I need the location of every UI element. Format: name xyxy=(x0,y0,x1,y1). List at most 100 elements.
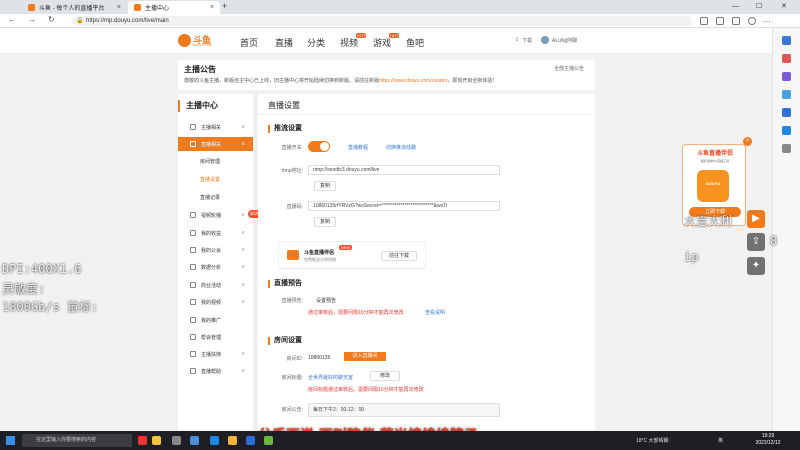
refresh-icon[interactable]: ↻ xyxy=(48,15,55,24)
sidebar-item-label: 我的推广 xyxy=(201,317,222,324)
app-icon[interactable] xyxy=(246,436,255,445)
office-icon[interactable] xyxy=(782,108,791,117)
nav-home[interactable]: 首页 xyxy=(240,36,258,49)
sidebar-item-label: 数据分析 xyxy=(201,264,222,271)
nav-live[interactable]: 直播 xyxy=(275,36,293,49)
window-close-icon[interactable]: ✕ xyxy=(781,0,787,14)
nav-video[interactable]: 视频 xyxy=(340,36,358,49)
sidebar-item-promotion[interactable]: 我的推广 xyxy=(178,313,253,327)
view-explanation-link[interactable]: 查看说明 xyxy=(425,309,445,316)
set-preview-link[interactable]: 设置预告 xyxy=(316,297,336,304)
chevron-down-icon: ∨ xyxy=(241,264,245,270)
chevron-down-icon: ∨ xyxy=(241,212,245,218)
url-input[interactable]: 🔒 https://mp.douyu.com/live/main xyxy=(72,16,692,26)
games-icon[interactable] xyxy=(782,90,791,99)
sidebar-item-help[interactable]: 直播帮助 ∨ xyxy=(178,364,253,378)
search-placeholder: 在这里输入你要搜索的内容 xyxy=(36,437,97,443)
sidebar-item-guild[interactable]: 我的公会 ∨ xyxy=(178,243,253,257)
tools-icon[interactable] xyxy=(782,72,791,81)
logo-subtext: DOUYU.COM xyxy=(193,43,212,47)
browser-tab-anchor-center[interactable]: 主播中心 × xyxy=(128,1,220,14)
preview-label: 直播预告: xyxy=(281,298,303,304)
outlook-icon[interactable] xyxy=(782,126,791,135)
sidebar-item-my-videos[interactable]: 我的视频 ∨ xyxy=(178,295,253,309)
sidebar-subitem-room-manage[interactable]: 房间管理 xyxy=(200,158,220,165)
weather-status[interactable]: 18°C 大部晴朗 xyxy=(636,437,669,444)
new-tab-icon[interactable]: + xyxy=(222,1,227,11)
room-notice-field[interactable]: 每日下午2：00-12：00 xyxy=(308,403,500,417)
copy-rtmp-button[interactable]: 复制 xyxy=(314,181,336,191)
play-icon[interactable]: ▶ xyxy=(747,210,765,228)
favorites-icon[interactable] xyxy=(716,17,724,25)
clock-time: 19:29 xyxy=(761,433,775,439)
taskbar-clock[interactable]: 19:29 2022/12/12 xyxy=(748,433,788,447)
user-icon xyxy=(190,124,196,130)
app-icon[interactable] xyxy=(264,436,273,445)
sidebar-item-support[interactable]: 主播扶持 ∨ xyxy=(178,347,253,361)
nav-category[interactable]: 分类 xyxy=(307,36,325,49)
screen: 斗鱼 - 每个人的直播平台 × 主播中心 × + — ☐ ✕ ← → ↻ 🔒 h… xyxy=(0,0,800,450)
reading-view-icon[interactable] xyxy=(700,17,708,25)
back-icon[interactable]: ← xyxy=(8,15,16,24)
sidebar-item-clan[interactable]: 帮会管理 xyxy=(178,330,253,344)
switch-line-link[interactable]: 切换推流线路 xyxy=(386,144,416,151)
avatar[interactable] xyxy=(541,36,549,44)
nav-game[interactable]: 游戏 xyxy=(373,36,391,49)
nav-fishbar[interactable]: 鱼吧 xyxy=(406,36,424,49)
all-notices-link[interactable]: 全部主播公告 xyxy=(554,65,584,72)
minimize-icon[interactable]: — xyxy=(732,0,739,14)
more-menu-icon[interactable]: … xyxy=(763,15,771,24)
ime-indicator[interactable]: 英 xyxy=(718,437,723,444)
business-icon xyxy=(190,282,196,288)
browser-tab-douyu-home[interactable]: 斗鱼 - 每个人的直播平台 × xyxy=(22,1,127,14)
sidebar-item-income[interactable]: 我的收益 ∨ xyxy=(178,226,253,240)
sidebar-item-live[interactable]: 直播相关 ∧ xyxy=(178,137,253,151)
profile-icon[interactable] xyxy=(748,17,756,25)
sidebar-subitem-live-record[interactable]: 直播记录 xyxy=(200,194,220,201)
ad-subtitle: 超好用的PC直播工具 xyxy=(700,159,730,163)
sidebar-item-label: 直播相关 xyxy=(201,141,222,148)
sidebar-item-label: 我的公会 xyxy=(201,247,222,254)
tutorial-link[interactable]: 直播教程 xyxy=(348,144,368,151)
room-title-value: 全世界最好的聊天室 xyxy=(308,375,354,381)
app-icon[interactable] xyxy=(190,436,199,445)
username[interactable]: ALuNg阿聊 xyxy=(552,37,577,44)
folder-icon[interactable] xyxy=(228,436,237,445)
close-icon[interactable]: × xyxy=(210,4,214,11)
sidebar-item-video-carousel[interactable]: 视频轮播 ∨ xyxy=(178,208,253,222)
app-icon[interactable] xyxy=(152,436,161,445)
sidebar-item-anchor[interactable]: 主播相关 ∨ xyxy=(178,120,253,134)
sidebar-item-business[interactable]: 商业活动 ∨ xyxy=(178,278,253,292)
close-icon[interactable]: × xyxy=(117,4,121,11)
gift-icon[interactable]: ✦ xyxy=(747,257,765,275)
rtmp-address-field[interactable]: rtmp://sendtc3.douyu.com/live xyxy=(308,165,500,175)
sidebar-item-analytics[interactable]: 数据分析 ∨ xyxy=(178,260,253,274)
copy-stream-key-button[interactable]: 复制 xyxy=(314,217,336,227)
overlay-sensitivity: 灵敏度: xyxy=(2,282,46,296)
task-view-icon[interactable] xyxy=(172,436,181,445)
companion-title: 斗鱼直播伴侣 xyxy=(304,250,335,256)
forward-icon[interactable]: → xyxy=(28,15,36,24)
companion-download-button[interactable]: 前往下载 xyxy=(381,251,417,261)
enter-room-button[interactable]: 进入直播间 xyxy=(344,352,386,361)
taskbar-search-field[interactable]: 在这里输入你要搜索的内容 xyxy=(22,434,132,447)
stream-key-field[interactable]: 10860135rfYRVzG?wsSecret=***************… xyxy=(308,201,500,211)
windows-start-icon[interactable] xyxy=(6,436,15,445)
collections-icon[interactable] xyxy=(732,17,740,25)
download-link[interactable]: 下载 xyxy=(522,37,532,44)
maximize-icon[interactable]: ☐ xyxy=(756,0,762,14)
live-switch-toggle[interactable] xyxy=(308,141,330,152)
shopping-icon[interactable] xyxy=(782,54,791,63)
edge-icon[interactable] xyxy=(210,436,219,445)
notice-link[interactable]: https://www.douyu.com/creator xyxy=(379,78,447,84)
douyu-logo[interactable]: 斗鱼 DOUYU.COM xyxy=(178,33,218,49)
share-icon[interactable]: ⇪ xyxy=(747,233,765,251)
ad-close-icon[interactable]: × xyxy=(743,137,752,146)
sidebar-subitem-live-settings[interactable]: 直播设置 xyxy=(200,176,220,183)
edit-title-button[interactable]: 修改 xyxy=(370,371,400,381)
add-icon[interactable] xyxy=(782,144,791,153)
download-icon[interactable]: ⇩ xyxy=(515,37,519,43)
divider xyxy=(258,114,595,115)
search-icon[interactable] xyxy=(782,36,791,45)
app-icon[interactable] xyxy=(138,436,147,445)
